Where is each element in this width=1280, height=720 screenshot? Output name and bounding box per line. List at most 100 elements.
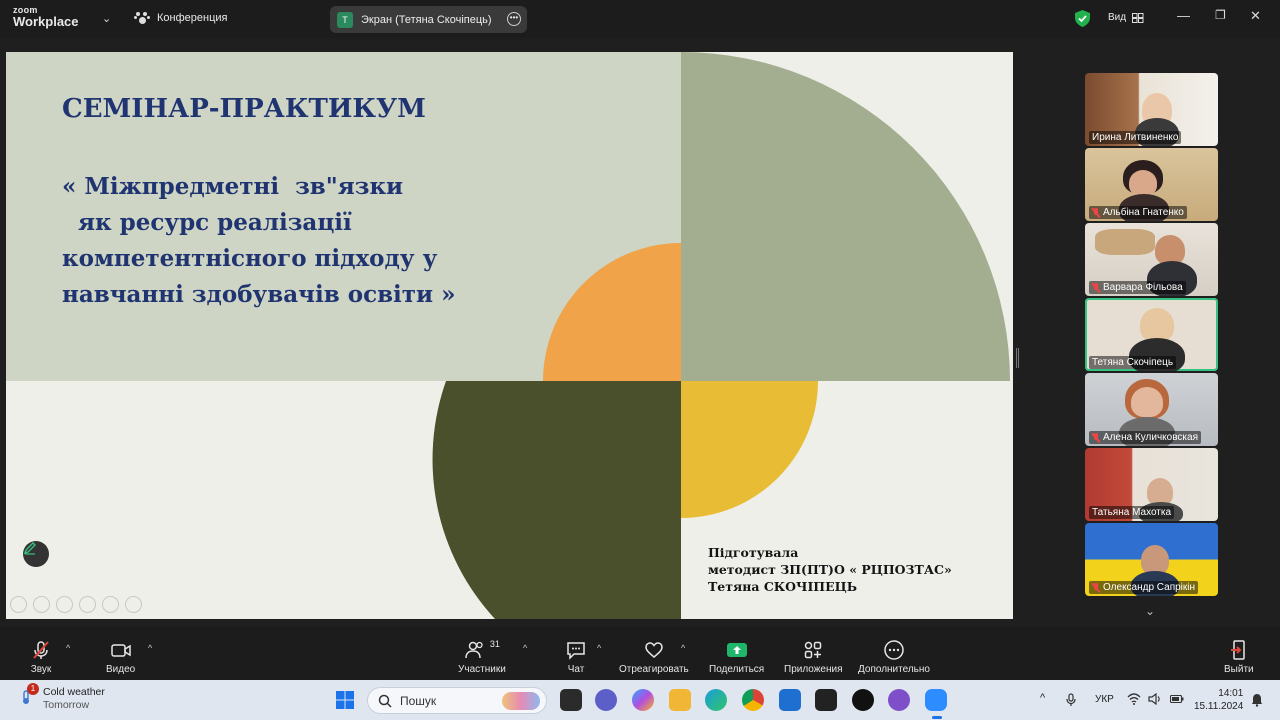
next-icon[interactable] bbox=[33, 596, 50, 613]
tiktok-icon[interactable] bbox=[852, 689, 874, 711]
battery-icon[interactable] bbox=[1170, 693, 1184, 705]
zoom-window: zoom Workplace ⌄ Конференция T Экран (Те… bbox=[0, 0, 1280, 720]
more-button[interactable]: Дополнительно bbox=[858, 639, 930, 675]
windows-start-icon[interactable] bbox=[335, 690, 355, 710]
participant-name: Алена Куличковская bbox=[1089, 431, 1201, 444]
participants-options-caret[interactable]: ^ bbox=[523, 643, 527, 653]
participants-count: 31 bbox=[489, 639, 500, 649]
apps-button[interactable]: Приложения bbox=[784, 639, 843, 675]
mic-muted-icon bbox=[1092, 432, 1100, 443]
speaker-icon[interactable] bbox=[1148, 693, 1162, 705]
more-options-icon[interactable]: ••• bbox=[507, 12, 521, 26]
windows-taskbar: 1 Cold weather Tomorrow Пошук ^ УКР 14:0… bbox=[0, 680, 1280, 720]
participant-tile[interactable]: Альбіна Гнатенко bbox=[1085, 148, 1218, 221]
capcut-icon[interactable] bbox=[815, 689, 837, 711]
restore-icon[interactable]: ❐ bbox=[1215, 8, 1226, 22]
chat-button[interactable]: Чат bbox=[565, 639, 587, 675]
gallery-scroll-down-icon[interactable]: ⌄ bbox=[1145, 604, 1155, 618]
taskbar-search[interactable]: Пошук bbox=[367, 687, 547, 714]
participant-name: Варвара Фільова bbox=[1089, 281, 1186, 294]
participants-label: Участники bbox=[458, 664, 506, 675]
clock-date: 15.11.2024 bbox=[1194, 701, 1244, 712]
zoom-app-icon[interactable] bbox=[925, 689, 947, 711]
heart-icon bbox=[645, 642, 663, 658]
minimize-icon[interactable]: — bbox=[1177, 8, 1190, 23]
conference-info-button[interactable]: Конференция bbox=[134, 11, 227, 25]
participant-tile[interactable]: Алена Куличковская bbox=[1085, 373, 1218, 446]
close-icon[interactable]: ✕ bbox=[1250, 8, 1261, 24]
green-quarter bbox=[681, 52, 1010, 381]
pen-icon bbox=[23, 542, 36, 555]
more-icon[interactable] bbox=[125, 596, 142, 613]
system-clock[interactable]: 14:01 15.11.2024 bbox=[1194, 687, 1243, 713]
clock-time: 14:01 bbox=[1218, 688, 1244, 699]
share-screen-icon bbox=[726, 643, 747, 657]
file-explorer-icon[interactable] bbox=[669, 689, 691, 711]
apps-icon bbox=[805, 641, 822, 659]
participant-name: Альбіна Гнатенко bbox=[1089, 206, 1187, 219]
annotate-pen-button[interactable] bbox=[23, 541, 49, 567]
edge-icon[interactable] bbox=[705, 689, 727, 711]
search-highlight-icon bbox=[502, 692, 540, 710]
chrome-icon[interactable] bbox=[742, 689, 764, 711]
search-placeholder: Пошук bbox=[400, 693, 437, 708]
pen-tool-icon[interactable] bbox=[56, 596, 73, 613]
participant-tile-active-speaker[interactable]: Тетяна Скочіпець bbox=[1085, 298, 1218, 371]
react-label: Отреагировать bbox=[619, 664, 689, 675]
store-icon[interactable] bbox=[779, 689, 801, 711]
copilot-icon[interactable] bbox=[632, 689, 654, 711]
participant-name: Тетяна Скочіпець bbox=[1089, 356, 1177, 369]
more-dots-icon bbox=[884, 640, 904, 660]
participant-name: Ирина Литвиненко bbox=[1089, 131, 1182, 144]
zoom-icon[interactable] bbox=[102, 596, 119, 613]
share-label: Поделиться bbox=[709, 664, 765, 675]
task-view-icon[interactable] bbox=[560, 689, 582, 711]
resize-handle[interactable] bbox=[1016, 348, 1019, 368]
weather-alert-badge: 1 bbox=[27, 683, 39, 695]
prev-icon[interactable] bbox=[10, 596, 27, 613]
shield-check-icon[interactable] bbox=[1075, 10, 1090, 27]
audio-options-caret[interactable]: ^ bbox=[66, 643, 70, 653]
tray-overflow-icon[interactable]: ^ bbox=[1040, 692, 1045, 704]
shared-screen[interactable]: СЕМІНАР-ПРАКТИКУМ « Міжпредметні зв"язки… bbox=[6, 52, 1013, 619]
wifi-icon[interactable] bbox=[1127, 693, 1141, 705]
mic-muted-icon bbox=[1092, 282, 1100, 293]
title-bar: zoom Workplace ⌄ Конференция T Экран (Те… bbox=[0, 0, 1280, 38]
participant-name: Олександр Сапрікін bbox=[1089, 581, 1199, 594]
audio-label: Звук bbox=[30, 664, 52, 675]
participants-button[interactable]: 31 Участники bbox=[458, 639, 506, 675]
participant-tile[interactable]: Татьяна Махотка bbox=[1085, 448, 1218, 521]
apps-label: Приложения bbox=[784, 664, 843, 675]
screen-share-label: Экран (Тетяна Скочіпець) bbox=[361, 13, 492, 26]
logo-line2: Workplace bbox=[13, 14, 79, 29]
chat-options-caret[interactable]: ^ bbox=[597, 643, 601, 653]
audio-button[interactable]: Звук bbox=[30, 639, 52, 675]
participant-tile[interactable]: Олександр Сапрікін bbox=[1085, 523, 1218, 596]
participant-tile[interactable]: Варвара Фільова bbox=[1085, 223, 1218, 296]
more-label: Дополнительно bbox=[858, 664, 930, 675]
slide-controls bbox=[10, 596, 142, 613]
leave-button[interactable]: Выйти bbox=[1224, 639, 1254, 675]
react-options-caret[interactable]: ^ bbox=[681, 643, 685, 653]
video-label: Видео bbox=[106, 664, 136, 675]
teams-chat-icon[interactable] bbox=[595, 689, 617, 711]
react-button[interactable]: Отреагировать bbox=[619, 639, 689, 675]
slides-icon[interactable] bbox=[79, 596, 96, 613]
chevron-down-icon[interactable]: ⌄ bbox=[102, 12, 111, 25]
video-options-caret[interactable]: ^ bbox=[148, 643, 152, 653]
notification-bell-icon[interactable] bbox=[1251, 693, 1263, 707]
screen-share-indicator[interactable]: T Экран (Тетяна Скочіпець) ••• bbox=[330, 6, 527, 33]
share-button[interactable]: Поделиться bbox=[709, 639, 764, 675]
view-menu[interactable]: Вид bbox=[1108, 12, 1144, 23]
viber-icon[interactable] bbox=[888, 689, 910, 711]
microphone-icon[interactable] bbox=[1066, 693, 1076, 707]
participant-name: Татьяна Махотка bbox=[1089, 506, 1175, 519]
slide-author: Підготувала методист ЗП(ПТ)О « РЦПОЗТАС»… bbox=[708, 544, 952, 595]
participant-tile[interactable]: Ирина Литвиненко bbox=[1085, 73, 1218, 146]
weather-title: Cold weather bbox=[43, 686, 105, 698]
language-indicator[interactable]: УКР bbox=[1095, 694, 1114, 705]
active-app-indicator bbox=[932, 716, 942, 719]
grid-view-icon bbox=[1132, 12, 1144, 23]
video-button[interactable]: Видео bbox=[106, 639, 135, 675]
search-icon bbox=[378, 694, 392, 708]
